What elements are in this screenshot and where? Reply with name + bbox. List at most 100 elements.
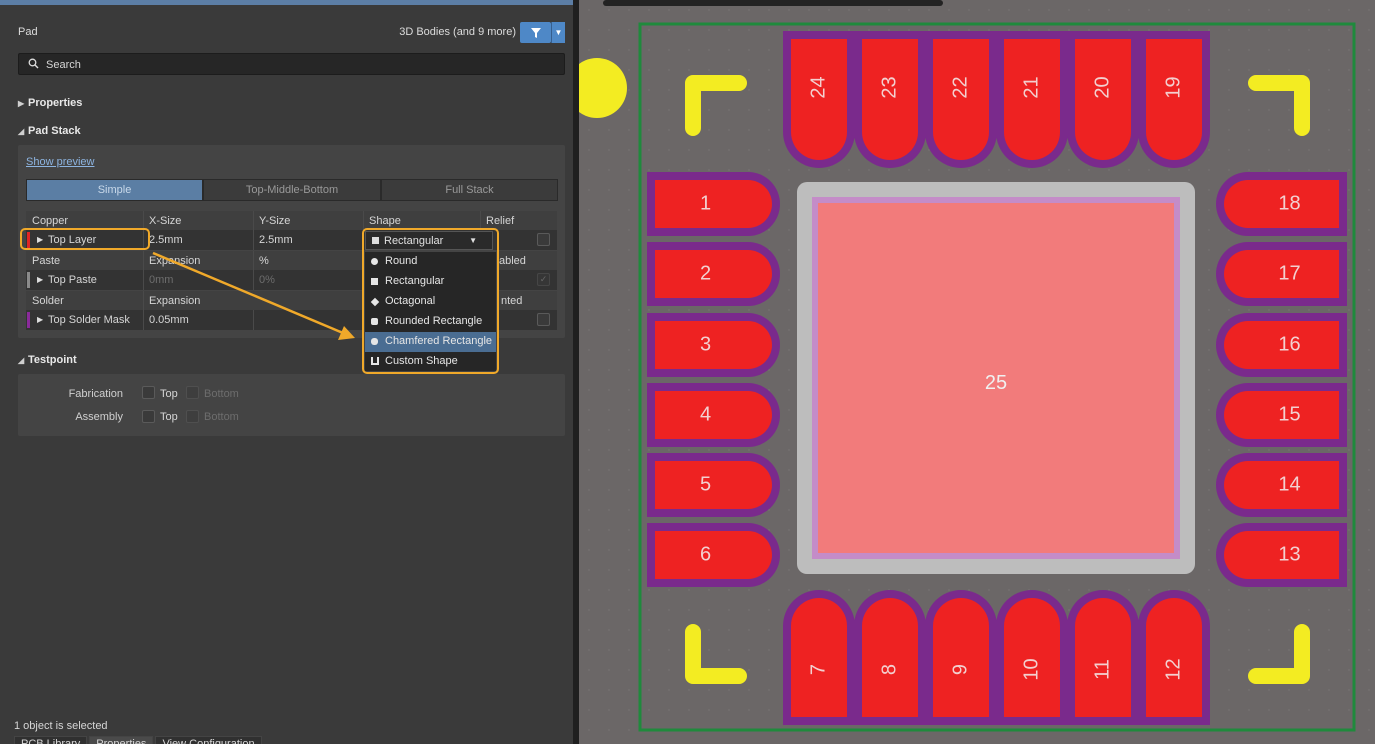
pad-13[interactable]: 13 [1216,523,1347,587]
selection-status: 1 object is selected [14,720,108,732]
fabrication-bottom-label: Bottom [204,388,239,400]
pad-19[interactable]: 19 [1138,31,1210,168]
shape-option-chamfered-rectangle[interactable]: Chamfered Rectangle [365,332,496,352]
pad-4[interactable]: 4 [647,383,780,447]
shape-option-custom-shape[interactable]: Custom Shape [365,352,496,372]
section-properties-header[interactable]: ▶ Properties [18,97,82,109]
show-preview-link[interactable]: Show preview [26,156,94,168]
expand-triangle-icon[interactable]: ▶ [37,315,43,324]
tab-properties[interactable]: Properties [89,736,154,744]
shape-option-round[interactable]: Round [365,252,496,272]
fabrication-top-label: Top [160,388,178,400]
paste-expansion-col-header: Expansion [149,254,201,267]
top-layer-color-swatch [27,232,30,248]
tab-view-configuration[interactable]: View Configuration [155,736,262,744]
assembly-bottom-label: Bottom [204,411,239,423]
expand-triangle-icon: ▶ [18,99,25,108]
mode-top-middle-bottom-tab[interactable]: Top-Middle-Bottom [203,179,381,201]
pad-9[interactable]: 9 [925,590,997,725]
mode-simple-tab[interactable]: Simple [26,179,203,201]
pad-label: 3 [700,333,711,355]
assembly-bottom-checkbox[interactable] [186,410,199,423]
pad-20[interactable]: 20 [1067,31,1139,168]
pad-label: 17 [1278,262,1300,284]
tab-pcb-library[interactable]: PCB Library [14,736,88,744]
fabrication-label: Fabrication [68,388,123,400]
pad-label: 23 [878,76,900,98]
paste-expansion-field[interactable]: 0mm [149,270,173,290]
pad-17[interactable]: 17 [1216,242,1347,306]
paste-col-header: Paste [32,254,61,267]
pad-23[interactable]: 23 [854,31,926,168]
pad-12[interactable]: 12 [1138,590,1210,725]
object-type-label: Pad [18,26,38,38]
search-input[interactable]: Search [18,53,565,75]
filter-dropdown-chevron-icon[interactable]: ▼ [551,22,565,43]
pad-8[interactable]: 8 [854,590,926,725]
pad-copper [655,180,772,228]
expand-triangle-icon[interactable]: ▶ [37,235,43,244]
pad-label: 7 [807,664,829,675]
solder-col-header: Solder [32,294,64,307]
pad-14[interactable]: 14 [1216,453,1347,517]
pad-label: 2 [700,262,711,284]
shape-select[interactable]: Rectangular ▼ [365,231,493,250]
pad-copper [933,598,989,717]
paste-enabled-col-header: abled [499,254,526,267]
paste-enabled-checkbox[interactable]: ✓ [537,273,550,286]
tented-checkbox[interactable] [537,313,550,326]
section-pad-stack-header[interactable]: ◢ Pad Stack [18,125,81,137]
filter-summary[interactable]: 3D Bodies (and 9 more) [399,26,516,38]
expand-triangle-icon[interactable]: ▶ [37,275,43,284]
fabrication-top-checkbox[interactable] [142,386,155,399]
pad-24[interactable]: 24 [783,31,855,168]
pad-copper [1004,598,1060,717]
panel-bottom-tabs: PCB Library Properties View Configuratio… [14,736,264,744]
x-size-col-header: X-Size [149,214,182,227]
pad-label: 12 [1162,658,1184,680]
pad-11[interactable]: 11 [1067,590,1139,725]
fabrication-bottom-checkbox[interactable] [186,386,199,399]
assembly-top-checkbox[interactable] [142,410,155,423]
pad-2[interactable]: 2 [647,242,780,306]
pad-1[interactable]: 1 [647,172,780,236]
section-testpoint-header[interactable]: ◢ Testpoint [18,354,77,366]
search-icon [28,58,39,72]
panel-title-bar [0,0,573,5]
paste-layer-name: Top Paste [48,274,97,286]
y-size-field[interactable]: 2.5mm [259,230,293,250]
pad-18[interactable]: 18 [1216,172,1347,236]
pad-16[interactable]: 16 [1216,313,1347,377]
pad-6[interactable]: 6 [647,523,780,587]
rectangular-shape-icon [371,278,378,285]
pad-5[interactable]: 5 [647,453,780,517]
pad-10[interactable]: 10 [996,590,1068,725]
shape-option-rounded-rectangle[interactable]: Rounded Rectangle [365,312,496,332]
pcb-canvas[interactable]: 25 24 23 22 21 20 19 7 8 9 10 11 12 1 2 3 4 5 6 18 17 16 15 14… [579,0,1375,744]
copper-layer-name: Top Layer [48,234,97,246]
solder-expansion-field[interactable]: 0.05mm [149,310,189,330]
pad-label: 5 [700,473,711,495]
paste-percent-field[interactable]: 0% [259,270,275,290]
mode-full-stack-tab[interactable]: Full Stack [381,179,558,201]
shape-col-header: Shape [369,214,401,227]
footprint-drawing[interactable]: 25 24 23 22 21 20 197 8 9 10 11 121234561817161514… [579,0,1375,744]
x-size-field[interactable]: 2.5mm [149,230,183,250]
solder-tented-col-header: nted [501,294,523,307]
top-solder-color-swatch [27,312,30,328]
relief-checkbox[interactable] [537,233,550,246]
shape-option-octagonal[interactable]: Octagonal [365,292,496,312]
pad-7[interactable]: 7 [783,590,855,725]
filter-button[interactable] [520,22,551,43]
pad-label: 1 [700,192,711,214]
pad-15[interactable]: 15 [1216,383,1347,447]
shape-option-rectangular[interactable]: Rectangular [365,272,496,292]
pad-21[interactable]: 21 [996,31,1068,168]
pad-label: 24 [807,76,829,98]
pad-label: 18 [1278,192,1300,214]
pad-22[interactable]: 22 [925,31,997,168]
pad-label: 19 [1162,76,1184,98]
pad-copper [655,531,772,579]
relief-col-header: Relief [486,214,515,227]
pad-3[interactable]: 3 [647,313,780,377]
